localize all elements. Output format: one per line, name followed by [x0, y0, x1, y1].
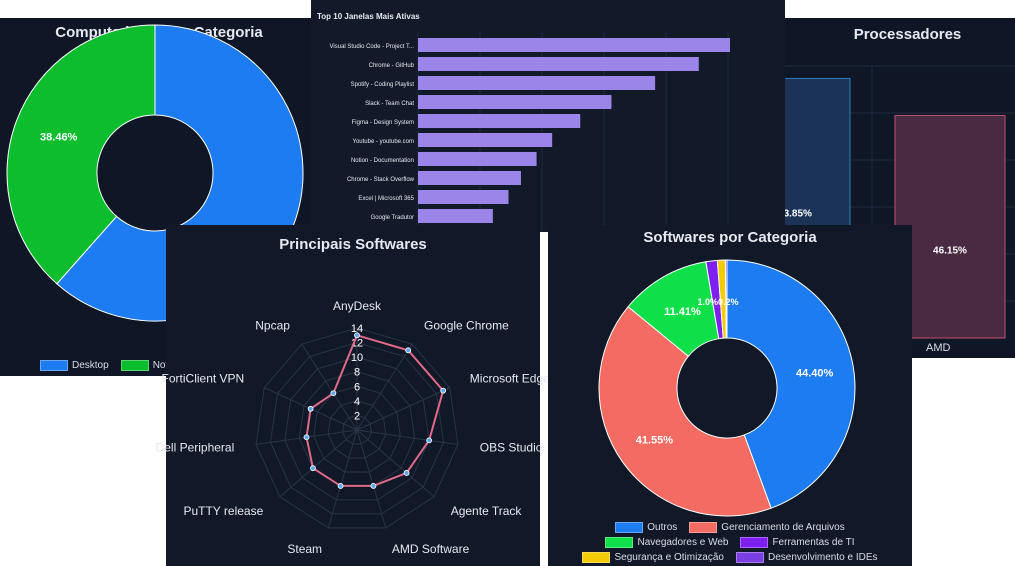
computadores-data-label: 38.46% [40, 131, 78, 143]
legend-label: Navegadores e Web [637, 537, 729, 548]
radar-point [354, 332, 360, 339]
radar-series [305, 334, 445, 487]
categorias-data-label: 11.41% [664, 306, 701, 318]
radar-category-label: Agente Track [451, 504, 523, 518]
radar-tick-label: 2 [354, 410, 360, 422]
radar-category-label: PuTTY release [183, 504, 263, 518]
category-label: Visual Studio Code - Project T... [330, 44, 415, 50]
legend-swatch [740, 537, 769, 548]
legend-swatch [615, 522, 644, 533]
legend-swatch [736, 552, 764, 563]
radar-point [405, 347, 412, 354]
category-label: Youtube - youtube.com [353, 139, 415, 145]
radar-category-label: OBS Studio [480, 441, 543, 455]
bar [418, 171, 521, 185]
category-label: Excel | Microsoft 365 [358, 196, 414, 202]
category-label: Chrome - GitHub [369, 63, 415, 69]
radar-tick-label: 10 [351, 352, 363, 364]
category-label: Spotify - Coding Playlist [351, 82, 415, 88]
legend-item-desktop[interactable]: Desktop [40, 360, 109, 371]
radar-category-label: AnyDesk [333, 299, 382, 313]
top10-bar-chart: Visual Studio Code - Project T... Chrome … [330, 32, 730, 232]
bar [418, 190, 509, 204]
softwares-panel: Principais Softwares 2 4 6 8 10 12 14 AnyDesk Go… [156, 225, 551, 566]
legend-label: Desenvolvimento e IDEs [768, 552, 878, 563]
data-label: 46.15% [933, 246, 967, 257]
radar-point [307, 405, 314, 412]
radar-point [440, 387, 447, 394]
radar-category-label: Steam [287, 542, 322, 556]
radar-point [370, 483, 377, 489]
legend-item-navegadores[interactable]: Navegadores e Web [605, 537, 728, 548]
category-label: Google Tradutor [371, 215, 414, 221]
radar-category-label: AMD Software [392, 542, 470, 556]
radar-point [303, 434, 310, 441]
legend-item-seguranca[interactable]: Segurança e Otimização [582, 552, 724, 563]
radar-category-label: Npcap [255, 319, 290, 333]
radar-category-label: Google Chrome [424, 319, 509, 333]
radar-point [337, 483, 344, 489]
bar [418, 152, 537, 166]
radar-tick-label: 8 [354, 367, 360, 379]
legend-swatch [582, 552, 611, 563]
bar [418, 133, 553, 147]
categorias-data-label: 44.40% [796, 367, 834, 379]
radar-tick-label: 6 [354, 381, 360, 393]
legend-swatch [689, 522, 718, 533]
categorias-panel: Softwares por Categoria 44.40% 41.55% 11.4… [548, 225, 912, 566]
radar-point [403, 470, 410, 476]
legend-item-ferramentas[interactable]: Ferramentas de TI [740, 537, 855, 548]
category-label: Chrome - Stack Overflow [347, 177, 415, 183]
legend-item-outros[interactable]: Outros [615, 522, 677, 533]
bar [418, 209, 493, 223]
legend-label: Segurança e Otimização [614, 552, 724, 563]
legend-label: Outros [647, 522, 678, 533]
softwares-radar-chart: 2468101214AnyDeskGoogle ChromeMicrosoft … [156, 299, 551, 556]
radar-category-label: Dell Peripheral [156, 441, 235, 455]
categorias-small-label: 1.0%0.2% [697, 297, 738, 307]
legend-swatch [40, 360, 68, 371]
category-label: Notion - Documentation [351, 158, 414, 164]
bar [418, 76, 656, 90]
radar-category-label: FortiClient VPN [162, 371, 245, 385]
category-label: Slack - Team Chat [365, 101, 414, 107]
legend-swatch [120, 360, 149, 371]
top10-panel: Top 10 Janelas Mais Ativas Visual Studio… [311, 0, 785, 232]
legend-swatch [605, 537, 634, 548]
legend-item-desenvolvimento[interactable]: Desenvolvimento e IDEs [736, 552, 878, 563]
category-label: Figma - Design System [352, 120, 414, 126]
categorias-legend: Outros Gerenciamento de Arquivos Navegad… [556, 522, 904, 563]
processadores-x-label: AMD [926, 342, 951, 354]
radar-category-label: Microsoft Edge [470, 371, 550, 385]
radar-point [330, 390, 337, 397]
bar [418, 95, 612, 109]
categorias-donut-chart: 44.40% 41.55% 11.41%1.0%0.2% [598, 259, 856, 517]
radar-point [426, 437, 433, 444]
radar-tick-label: 4 [354, 396, 360, 408]
categorias-data-label: 41.55% [636, 435, 674, 447]
bar [418, 114, 581, 128]
legend-label: Ferramentas de TI [772, 537, 855, 548]
legend-item-gerenciamento[interactable]: Gerenciamento de Arquivos [689, 522, 845, 533]
legend-label: Gerenciamento de Arquivos [721, 522, 845, 533]
legend-label: Desktop [72, 360, 109, 371]
bar [418, 38, 730, 52]
bar [418, 57, 699, 71]
radar-point [310, 465, 316, 472]
